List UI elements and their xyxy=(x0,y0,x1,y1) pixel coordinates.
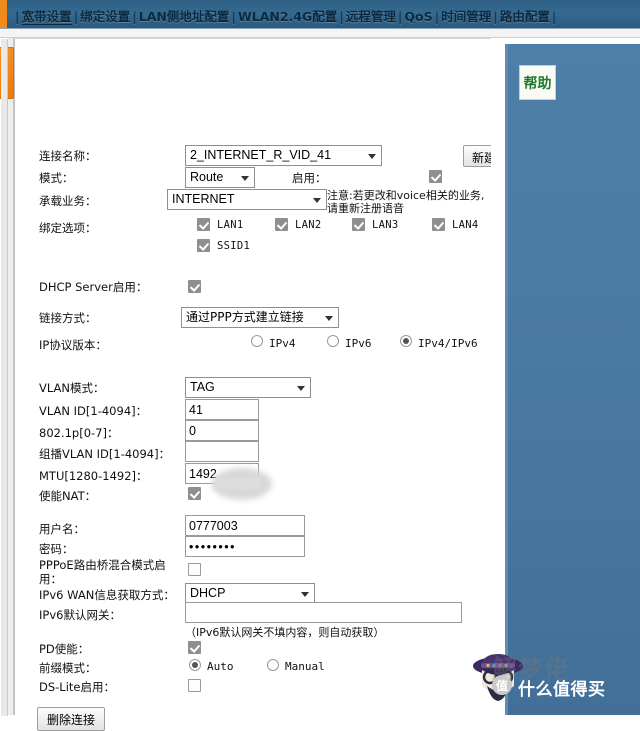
nav-item-binding-settings[interactable]: 绑定设置 xyxy=(80,9,130,24)
nav-separator: | xyxy=(339,9,344,24)
ipv6-wan-mode-select[interactable]: DHCP xyxy=(185,583,315,604)
dslite-label: DS-Lite启用： xyxy=(39,680,115,694)
pd-enable-label: PD使能： xyxy=(39,642,90,656)
bind-checkbox-lan2[interactable] xyxy=(275,218,288,231)
bind-checkbox-lan4[interactable] xyxy=(432,218,445,231)
main-content-panel: 连接名称： 2_INTERNET_R_VID_41 新建 模式： Route 启… xyxy=(1,38,505,731)
bearer-service-label: 承载业务： xyxy=(39,194,97,208)
multicast-vlan-id-input[interactable] xyxy=(185,441,259,462)
top-navigation-bar: | 宽带设置 | 绑定设置 | LAN侧地址配置 | WLAN2.4G配置 | 远程管理 | QoS |… xyxy=(0,0,640,29)
bind-label-lan4: LAN4 xyxy=(452,219,479,231)
username-redaction-bar xyxy=(215,477,261,490)
nav-separator: | xyxy=(434,9,440,24)
bind-label-ssid1: SSID1 xyxy=(217,240,251,252)
password-input[interactable] xyxy=(185,536,305,557)
bind-options-label: 绑定选项： xyxy=(39,221,97,235)
enable-nat-label: 使能NAT： xyxy=(39,489,97,503)
nav-item-remote-management[interactable]: 远程管理 xyxy=(346,9,396,24)
ip-version-label-ipv4-ipv6: IPv4/IPv6 xyxy=(418,337,478,350)
nav-separator: | xyxy=(15,9,20,24)
bind-checkbox-lan3[interactable] xyxy=(352,218,365,231)
bearer-service-select-value: INTERNET xyxy=(167,189,327,210)
nav-item-broadband-settings[interactable]: 宽带设置 xyxy=(21,9,72,25)
dhcp-server-label: DHCP Server启用： xyxy=(39,280,148,294)
nav-item-wlan-config[interactable]: WLAN2.4G配置 xyxy=(238,9,337,24)
help-button[interactable]: 帮助 xyxy=(519,65,556,100)
mode-label: 模式： xyxy=(39,171,74,185)
connection-name-select[interactable]: 2_INTERNET_R_VID_41 xyxy=(185,145,382,166)
help-panel: 帮助 xyxy=(505,44,640,715)
mtu-label: MTU[1280-1492]： xyxy=(39,469,148,483)
pppoe-bridge-label: PPPoE路由桥混合模式启用： xyxy=(39,558,166,586)
vlan-mode-select[interactable]: TAG xyxy=(185,377,311,398)
ip-version-radio-ipv4-ipv6[interactable] xyxy=(400,335,412,347)
pppoe-bridge-checkbox[interactable] xyxy=(188,563,201,576)
bearer-service-select[interactable]: INTERNET xyxy=(167,189,327,210)
voice-note-text: 注意:若更改和voice相关的业务, 请重新注册语音 xyxy=(327,189,485,215)
prefix-mode-radio-auto[interactable] xyxy=(189,659,201,671)
vlan-mode-select-value: TAG xyxy=(185,377,311,398)
nav-separator: | xyxy=(231,9,236,24)
mode-select[interactable]: Route xyxy=(185,167,255,188)
vlan-id-input[interactable] xyxy=(185,399,259,420)
nav-item-routing-config[interactable]: 路由配置 xyxy=(500,9,550,24)
vlan-id-label: VLAN ID[1-4094]： xyxy=(39,404,148,418)
ip-version-label-ipv4: IPv4 xyxy=(269,337,296,350)
dslite-checkbox[interactable] xyxy=(188,679,201,692)
nav-item-lan-address-config[interactable]: LAN侧地址配置 xyxy=(139,9,230,24)
bind-label-lan2: LAN2 xyxy=(295,219,322,231)
bind-label-lan1: LAN1 xyxy=(217,219,244,231)
username-label: 用户名： xyxy=(39,522,85,536)
prefix-mode-radio-manual[interactable] xyxy=(267,659,279,671)
ipv6-wan-mode-select-value: DHCP xyxy=(185,583,315,604)
password-label: 密码： xyxy=(39,542,74,556)
nav-separator: | xyxy=(73,9,79,24)
bind-checkbox-ssid1[interactable] xyxy=(197,239,210,252)
dot1p-label: 802.1p[0-7]： xyxy=(39,426,119,440)
enable-label: 启用： xyxy=(292,171,327,185)
ip-version-radio-ipv4[interactable] xyxy=(251,335,263,347)
broadband-settings-form: 连接名称： 2_INTERNET_R_VID_41 新建 模式： Route 启… xyxy=(25,39,505,731)
nav-separator: | xyxy=(493,9,498,24)
link-mode-label: 链接方式： xyxy=(39,311,97,325)
ipv6-gateway-hint: （IPv6默认网关不填内容，则自动获取） xyxy=(185,626,385,639)
bind-checkbox-lan1[interactable] xyxy=(197,218,210,231)
help-panel-gap xyxy=(491,38,505,715)
link-mode-select-value: 通过PPP方式建立链接 xyxy=(181,307,339,328)
ipv6-gateway-label: IPv6默认网关： xyxy=(39,608,121,622)
nav-bottom-gap xyxy=(0,29,640,38)
enable-checkbox[interactable] xyxy=(429,170,442,183)
prefix-mode-label-auto: Auto xyxy=(207,660,234,673)
mode-select-value: Route xyxy=(185,167,255,188)
dot1p-input[interactable] xyxy=(185,420,259,441)
nav-item-broadband-settings-label: 宽带设置 xyxy=(21,9,72,25)
vlan-mode-label: VLAN模式： xyxy=(39,381,105,395)
connection-name-label: 连接名称： xyxy=(39,149,97,163)
username-input[interactable] xyxy=(185,515,305,536)
bind-label-lan3: LAN3 xyxy=(372,219,399,231)
multicast-vlan-id-label: 组播VLAN ID[1-4094]： xyxy=(39,447,171,461)
connection-name-select-value: 2_INTERNET_R_VID_41 xyxy=(185,145,382,166)
nav-items-container: | 宽带设置 | 绑定设置 | LAN侧地址配置 | WLAN2.4G配置 | 远程管理 | QoS |… xyxy=(13,6,558,25)
dhcp-server-checkbox[interactable] xyxy=(188,280,201,293)
delete-connection-button[interactable]: 删除连接 xyxy=(37,707,105,731)
nav-item-qos[interactable]: QoS xyxy=(404,9,432,24)
help-panel-edge xyxy=(505,44,508,715)
pd-enable-checkbox[interactable] xyxy=(188,641,201,654)
ip-version-label: IP协议版本： xyxy=(39,338,107,352)
nav-separator: | xyxy=(132,9,137,24)
ipv6-gateway-input[interactable] xyxy=(185,602,462,623)
ip-version-label-ipv6: IPv6 xyxy=(345,337,372,350)
prefix-mode-label-manual: Manual xyxy=(285,660,325,673)
ip-version-radio-ipv6[interactable] xyxy=(327,335,339,347)
nav-item-time-management[interactable]: 时间管理 xyxy=(441,9,491,24)
ipv6-wan-mode-label: IPv6 WAN信息获取方式： xyxy=(39,588,175,602)
link-mode-select[interactable]: 通过PPP方式建立链接 xyxy=(181,307,339,328)
nav-separator: | xyxy=(551,9,557,24)
enable-nat-checkbox[interactable] xyxy=(188,487,201,500)
prefix-mode-label: 前缀模式： xyxy=(39,661,97,675)
nav-orange-edge xyxy=(0,0,7,28)
